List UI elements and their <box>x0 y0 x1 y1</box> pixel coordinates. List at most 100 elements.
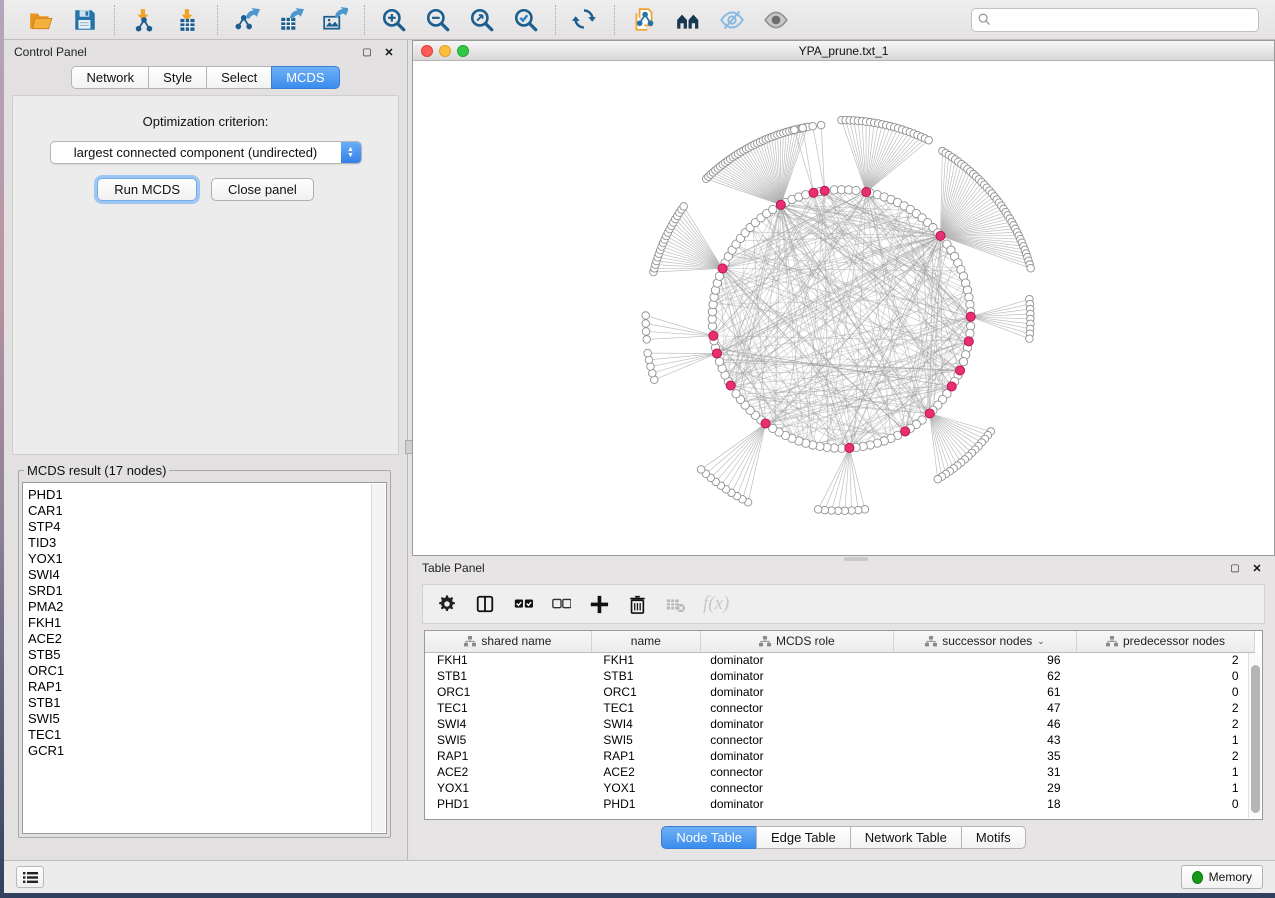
zoom-selected-button[interactable] <box>511 6 541 34</box>
zoom-in-icon <box>381 7 407 33</box>
tab-select[interactable]: Select <box>206 66 271 89</box>
export-image-button[interactable] <box>320 6 350 34</box>
control-panel-titlebar: Control Panel ▢ ✕ <box>4 40 407 64</box>
mcds-panel: Optimization criterion: largest connecte… <box>12 95 399 455</box>
column-header-predecessor-nodes[interactable]: predecessor nodes <box>1077 631 1255 652</box>
table-tab-edge-table[interactable]: Edge Table <box>756 826 850 849</box>
import-table-icon <box>175 7 201 33</box>
delete-table-button[interactable] <box>665 594 685 614</box>
search-box[interactable] <box>971 8 1259 32</box>
zoom-out-button[interactable] <box>423 6 453 34</box>
tab-style[interactable]: Style <box>148 66 206 89</box>
mcds-result-item[interactable]: SRD1 <box>28 583 386 599</box>
delete-row-button[interactable] <box>627 594 647 614</box>
main-toolbar <box>4 0 1275 40</box>
mcds-result-item[interactable]: TID3 <box>28 535 386 551</box>
tab-network[interactable]: Network <box>71 66 148 89</box>
network-window-titlebar[interactable]: YPA_prune.txt_1 <box>413 41 1274 61</box>
mcds-result-item[interactable]: CAR1 <box>28 503 386 519</box>
duplicate-network-button[interactable] <box>629 6 659 34</box>
refresh-view-button[interactable] <box>570 6 600 34</box>
network-canvas[interactable] <box>413 61 1274 555</box>
mcds-result-item[interactable]: YOX1 <box>28 551 386 567</box>
tab-mcds[interactable]: MCDS <box>271 66 339 89</box>
column-header-shared-name[interactable]: shared name <box>425 631 591 652</box>
table-scrollbar[interactable] <box>1248 653 1261 818</box>
deselect-all-rows-button[interactable] <box>551 594 571 614</box>
mcds-result-item[interactable]: SWI4 <box>28 567 386 583</box>
import-network-button[interactable] <box>129 6 159 34</box>
table-row[interactable]: ACE2ACE2connector311 <box>425 764 1255 780</box>
export-table-icon <box>278 7 304 33</box>
select-all-rows-button[interactable] <box>513 594 533 614</box>
mcds-result-item[interactable]: ACE2 <box>28 631 386 647</box>
export-table-button[interactable] <box>276 6 306 34</box>
zoom-window-button[interactable] <box>457 45 469 57</box>
memory-button[interactable]: Memory <box>1181 865 1263 889</box>
table-row[interactable]: FKH1FKH1dominator962 <box>425 652 1255 668</box>
main-area: Control Panel ▢ ✕ NetworkStyleSelectMCDS… <box>4 40 1275 860</box>
function-builder-button[interactable]: f(x) <box>703 593 729 615</box>
table-panel: Table Panel ▢ ✕ f(x) shared namenameMCDS… <box>412 556 1275 860</box>
column-header-successor-nodes[interactable]: successor nodes⌄ <box>893 631 1076 652</box>
criterion-dropdown[interactable]: largest connected component (undirected)… <box>50 141 362 164</box>
mcds-result-item[interactable]: STP4 <box>28 519 386 535</box>
mcds-result-item[interactable]: FKH1 <box>28 615 386 631</box>
search-input[interactable] <box>996 13 1252 27</box>
table-scrollbar-thumb[interactable] <box>1251 665 1260 813</box>
table-row[interactable]: YOX1YOX1connector291 <box>425 780 1255 796</box>
mcds-result-item[interactable]: PHD1 <box>28 487 386 503</box>
table-row[interactable]: SWI5SWI5connector431 <box>425 732 1255 748</box>
column-visibility-button[interactable] <box>475 594 495 614</box>
import-table-button[interactable] <box>173 6 203 34</box>
open-session-button[interactable] <box>26 6 56 34</box>
float-table-panel-button[interactable]: ▢ <box>1227 561 1243 575</box>
mcds-result-item[interactable]: GCR1 <box>28 743 386 759</box>
table-tab-network-table[interactable]: Network Table <box>850 826 961 849</box>
control-panel-title: Control Panel <box>14 45 353 59</box>
zoom-in-button[interactable] <box>379 6 409 34</box>
close-panel-action-button[interactable]: Close panel <box>211 178 314 201</box>
table-panel-drag-handle[interactable] <box>844 557 868 561</box>
table-row[interactable]: PHD1PHD1dominator180 <box>425 796 1255 812</box>
deselect-all-rows-icon <box>551 594 571 614</box>
add-row-button[interactable] <box>589 594 609 614</box>
table-row[interactable]: STB1STB1dominator620 <box>425 668 1255 684</box>
minimize-window-button[interactable] <box>439 45 451 57</box>
run-mcds-button[interactable]: Run MCDS <box>97 178 197 201</box>
close-table-panel-button[interactable]: ✕ <box>1249 561 1265 575</box>
table-row[interactable]: SWI4SWI4dominator462 <box>425 716 1255 732</box>
export-network-button[interactable] <box>232 6 262 34</box>
close-window-button[interactable] <box>421 45 433 57</box>
mcds-result-item[interactable]: SWI5 <box>28 711 386 727</box>
result-list-scrollbar[interactable] <box>371 484 385 832</box>
list-icon <box>23 871 38 884</box>
table-row[interactable]: ORC1ORC1dominator610 <box>425 684 1255 700</box>
delete-row-icon <box>627 594 647 614</box>
column-header-name[interactable]: name <box>591 631 700 652</box>
mcds-result-item[interactable]: ORC1 <box>28 663 386 679</box>
float-panel-button[interactable]: ▢ <box>359 45 375 59</box>
table-tab-motifs[interactable]: Motifs <box>961 826 1026 849</box>
network-window: YPA_prune.txt_1 <box>412 40 1275 556</box>
zoom-fit-button[interactable] <box>467 6 497 34</box>
application-window: Control Panel ▢ ✕ NetworkStyleSelectMCDS… <box>4 0 1275 893</box>
column-header-MCDS-role[interactable]: MCDS role <box>700 631 893 652</box>
table-settings-button[interactable] <box>437 594 457 614</box>
mcds-result-item[interactable]: STB1 <box>28 695 386 711</box>
mcds-result-item[interactable]: PMA2 <box>28 599 386 615</box>
export-image-icon <box>322 7 348 33</box>
mcds-result-item[interactable]: TEC1 <box>28 727 386 743</box>
table-tab-node-table[interactable]: Node Table <box>661 826 756 849</box>
first-neighbors-button[interactable] <box>673 6 703 34</box>
table-row[interactable]: RAP1RAP1dominator352 <box>425 748 1255 764</box>
show-all-button[interactable] <box>761 6 791 34</box>
mcds-result-item[interactable]: STB5 <box>28 647 386 663</box>
hide-selected-button[interactable] <box>717 6 747 34</box>
open-session-icon <box>28 7 54 33</box>
close-panel-button[interactable]: ✕ <box>381 45 397 59</box>
save-session-button[interactable] <box>70 6 100 34</box>
table-row[interactable]: TEC1TEC1connector472 <box>425 700 1255 716</box>
panel-menu-button[interactable] <box>16 866 44 888</box>
mcds-result-item[interactable]: RAP1 <box>28 679 386 695</box>
